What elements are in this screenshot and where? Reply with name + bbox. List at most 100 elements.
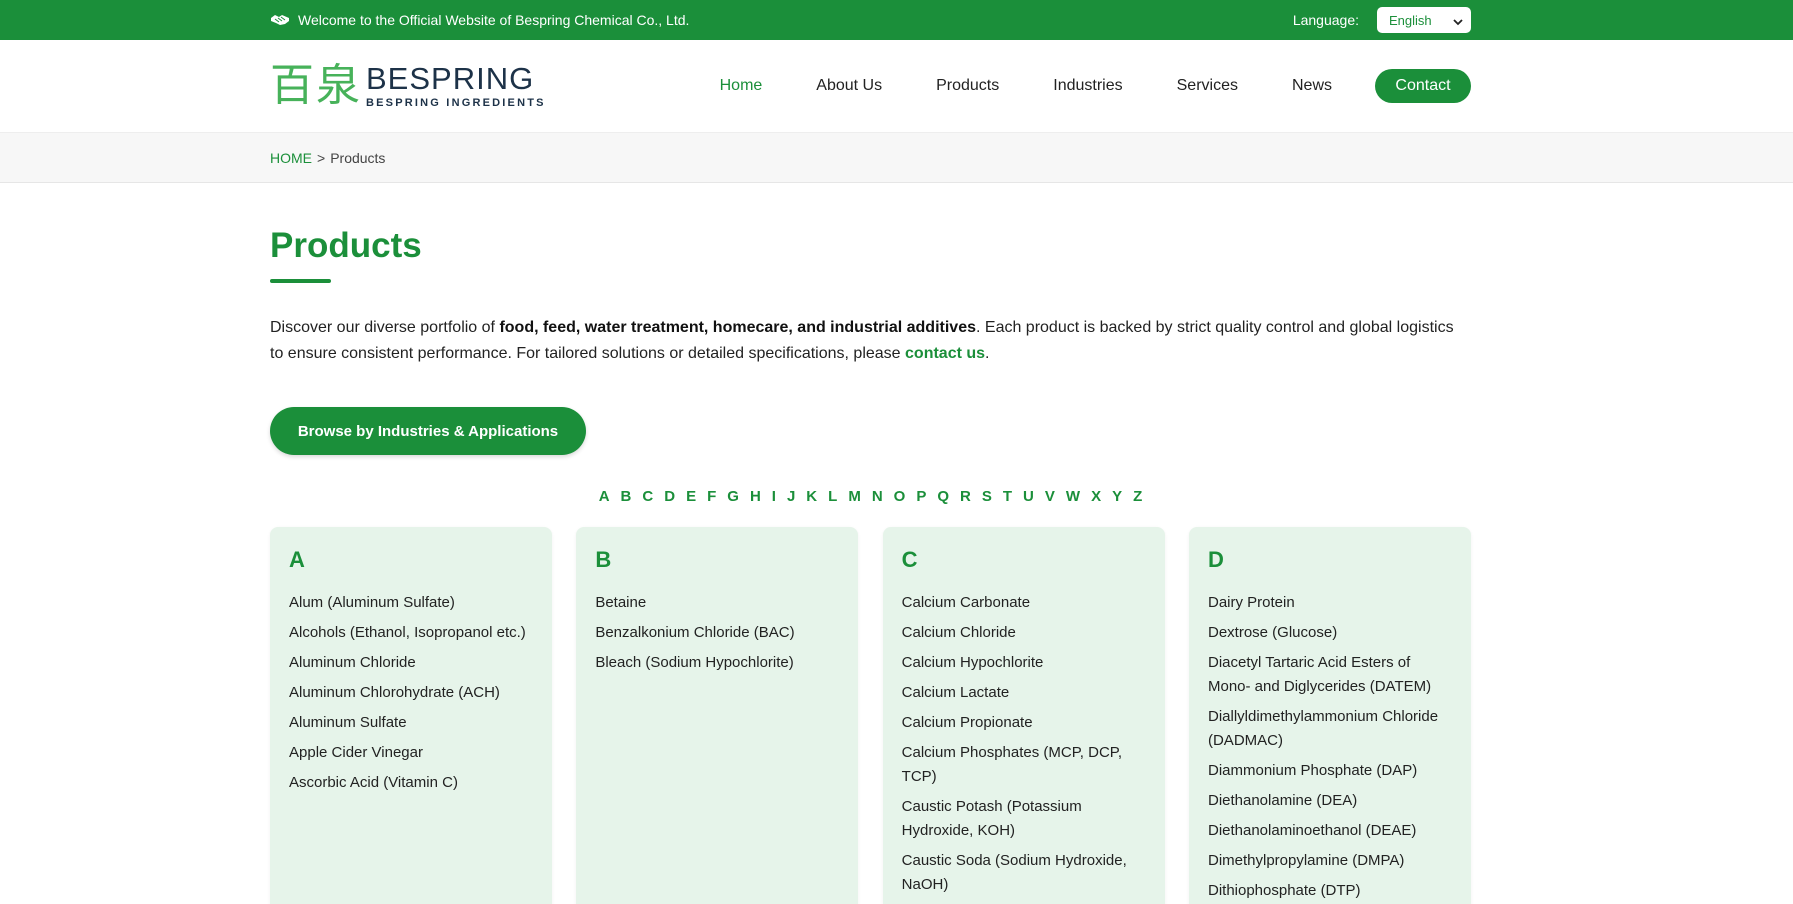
card-letter-heading: D — [1207, 547, 1224, 572]
nav-industries[interactable]: Industries — [1053, 77, 1122, 95]
logo-tagline: BESPRING INGREDIENTS — [366, 97, 546, 109]
alphabet-letter-l[interactable]: L — [828, 488, 837, 505]
alphabet-letter-s[interactable]: S — [982, 488, 992, 505]
product-card-b: B Betaine Benzalkonium Chloride (BAC) Bleac… — [576, 527, 859, 904]
alphabet-letter-w[interactable]: W — [1066, 488, 1080, 505]
alphabet-letter-p[interactable]: P — [916, 488, 926, 505]
site-header: 百泉 BESPRING BESPRING INGREDIENTS Home Ab… — [0, 40, 1793, 132]
chevron-down-icon — [1453, 15, 1463, 26]
alphabet-letter-q[interactable]: Q — [937, 488, 949, 505]
product-link[interactable]: Calcium Hypochlorite — [902, 651, 1146, 675]
product-link[interactable]: Dextrose (Glucose) — [1208, 621, 1452, 645]
intro-text-1: Discover our diverse portfolio of — [270, 319, 500, 336]
product-link[interactable]: Calcium Lactate — [902, 681, 1146, 705]
alphabet-letter-m[interactable]: M — [848, 488, 861, 505]
nav-home[interactable]: Home — [720, 77, 763, 95]
alphabet-letter-v[interactable]: V — [1045, 488, 1055, 505]
product-link[interactable]: Diacetyl Tartaric Acid Esters of Mono- a… — [1208, 651, 1452, 699]
breadcrumb-bar: HOME > Products — [0, 132, 1793, 183]
page-title: Products — [270, 226, 422, 265]
breadcrumb-current: Products — [330, 150, 386, 166]
product-link[interactable]: Aluminum Sulfate — [289, 711, 533, 735]
alphabet-letter-d[interactable]: D — [664, 488, 675, 505]
browse-industries-button[interactable]: Browse by Industries & Applications — [270, 407, 586, 455]
product-link[interactable]: Dithiophosphate (DTP) — [1208, 879, 1452, 903]
title-underline — [270, 279, 331, 283]
product-link[interactable]: Diallyldimethylammonium Chloride (DADMAC… — [1208, 705, 1452, 753]
product-link[interactable]: Caustic Potash (Potassium Hydroxide, KOH… — [902, 795, 1146, 843]
alphabet-index: ABCDEFGHIJKLMNOPQRSTUVWXYZ — [270, 488, 1471, 505]
alphabet-letter-c[interactable]: C — [642, 488, 653, 505]
main-nav: Home About Us Products Industries Servic… — [666, 69, 1471, 103]
product-list: Alum (Aluminum Sulfate) Alcohols (Ethanol… — [289, 591, 533, 795]
alphabet-letter-e[interactable]: E — [686, 488, 696, 505]
product-link[interactable]: Aluminum Chloride — [289, 651, 533, 675]
product-card-c: C Calcium Carbonate Calcium Chloride Calciu… — [882, 527, 1165, 904]
product-link[interactable]: Ascorbic Acid (Vitamin C) — [289, 771, 533, 795]
alphabet-letter-z[interactable]: Z — [1133, 488, 1142, 505]
nav-news[interactable]: News — [1292, 77, 1332, 95]
nav-about-us[interactable]: About Us — [816, 77, 882, 95]
alphabet-letter-n[interactable]: N — [872, 488, 883, 505]
language-select[interactable]: English — [1377, 7, 1471, 33]
product-link[interactable]: Diammonium Phosphate (DAP) — [1208, 759, 1452, 783]
product-list: Betaine Benzalkonium Chloride (BAC) Bleach… — [595, 591, 839, 675]
alphabet-letter-g[interactable]: G — [727, 488, 739, 505]
product-link[interactable]: Caustic Soda (Sodium Hydroxide, NaOH) — [902, 849, 1146, 897]
logo-chinese: 百泉 — [270, 60, 362, 111]
alphabet-letter-f[interactable]: F — [707, 488, 716, 505]
product-link[interactable]: Calcium Phosphates (MCP, DCP, TCP) — [902, 741, 1146, 789]
product-list: Calcium Carbonate Calcium Chloride Calcium… — [902, 591, 1146, 897]
product-link[interactable]: Apple Cider Vinegar — [289, 741, 533, 765]
product-cards: A Alum (Aluminum Sulfate) Alcohols (Ethano… — [270, 527, 1471, 904]
product-link[interactable]: Benzalkonium Chloride (BAC) — [595, 621, 839, 645]
product-link[interactable]: Calcium Propionate — [902, 711, 1146, 735]
product-link[interactable]: Dairy Protein — [1208, 591, 1452, 615]
alphabet-letter-a[interactable]: A — [599, 488, 610, 505]
product-link[interactable]: Diethanolamine (DEA) — [1208, 789, 1452, 813]
product-link[interactable]: Betaine — [595, 591, 839, 615]
logo[interactable]: 百泉 BESPRING BESPRING INGREDIENTS — [270, 61, 546, 111]
nav-services[interactable]: Services — [1177, 77, 1238, 95]
product-link[interactable]: Alum (Aluminum Sulfate) — [289, 591, 533, 615]
welcome-text: Welcome to the Official Website of Bespr… — [298, 12, 690, 28]
intro-paragraph: Discover our diverse portfolio of food, … — [270, 315, 1471, 367]
contact-button[interactable]: Contact — [1375, 69, 1471, 103]
card-letter-heading: C — [901, 547, 918, 572]
language-value: English — [1389, 12, 1432, 28]
product-link[interactable]: Alcohols (Ethanol, Isopropanol etc.) — [289, 621, 533, 645]
alphabet-letter-o[interactable]: O — [894, 488, 906, 505]
product-link[interactable]: Calcium Chloride — [902, 621, 1146, 645]
alphabet-letter-u[interactable]: U — [1023, 488, 1034, 505]
product-link[interactable]: Bleach (Sodium Hypochlorite) — [595, 651, 839, 675]
breadcrumb: HOME > Products — [270, 133, 1471, 183]
alphabet-letter-h[interactable]: H — [750, 488, 761, 505]
alphabet-letter-i[interactable]: I — [772, 488, 776, 505]
product-card-a: A Alum (Aluminum Sulfate) Alcohols (Ethano… — [270, 527, 552, 904]
contact-us-link[interactable]: contact us — [905, 345, 985, 362]
welcome-message: Welcome to the Official Website of Bespr… — [270, 12, 689, 28]
breadcrumb-home-link[interactable]: HOME — [270, 150, 312, 166]
card-letter-heading: B — [595, 547, 612, 572]
product-link[interactable]: Diethanolaminoethanol (DEAE) — [1208, 819, 1452, 843]
handshake-icon — [270, 13, 290, 27]
logo-wordmark: BESPRING — [366, 61, 535, 96]
alphabet-letter-j[interactable]: J — [787, 488, 795, 505]
alphabet-letter-r[interactable]: R — [960, 488, 971, 505]
alphabet-letter-b[interactable]: B — [621, 488, 632, 505]
language-switcher: Language: English — [1293, 7, 1471, 33]
alphabet-letter-k[interactable]: K — [806, 488, 817, 505]
card-letter-heading: A — [289, 547, 305, 572]
language-label: Language: — [1292, 12, 1359, 28]
alphabet-letter-t[interactable]: T — [1003, 488, 1012, 505]
breadcrumb-separator: > — [317, 150, 326, 166]
product-link[interactable]: Aluminum Chlorohydrate (ACH) — [289, 681, 533, 705]
product-link[interactable]: Dimethylpropylamine (DMPA) — [1208, 849, 1452, 873]
nav-products[interactable]: Products — [936, 77, 999, 95]
product-list: Dairy Protein Dextrose (Glucose) Diacetyl … — [1208, 591, 1452, 903]
intro-text-3: . — [985, 345, 990, 362]
alphabet-letter-y[interactable]: Y — [1112, 488, 1122, 505]
intro-bold-text: food, feed, water treatment, homecare, a… — [499, 319, 976, 336]
alphabet-letter-x[interactable]: X — [1091, 488, 1101, 505]
product-link[interactable]: Calcium Carbonate — [902, 591, 1146, 615]
